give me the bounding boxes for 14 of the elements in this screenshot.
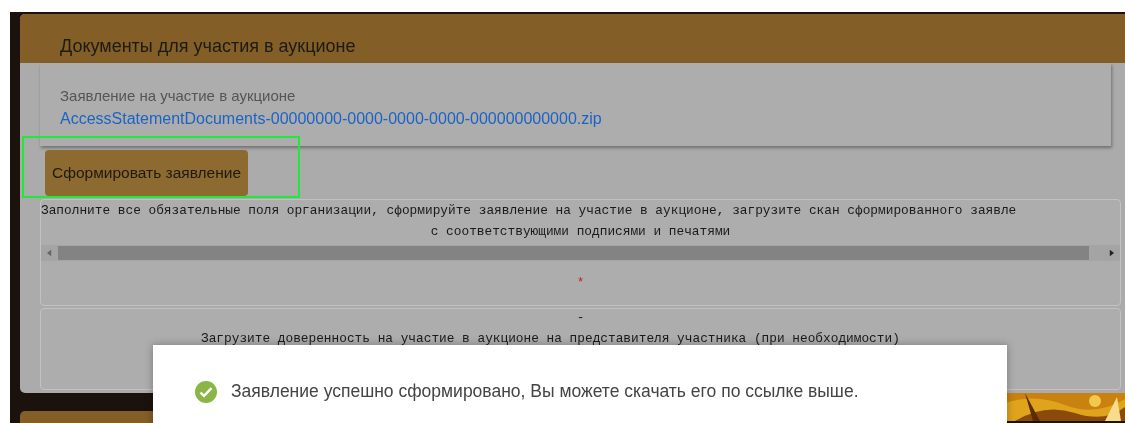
scroll-left-icon[interactable]	[47, 249, 52, 257]
dash-text: -	[576, 310, 585, 325]
check-icon	[195, 381, 217, 403]
attorney-text: Загрузите доверенность на участие в аукционе на представителя участника (при необходимости)	[201, 331, 900, 346]
toast-message: Заявление успешно сформировано, Вы можете скачать его по ссылке выше.	[231, 381, 859, 402]
file-link[interactable]: AccessStatementDocuments-00000000-0000-0000-0000-000000000000.zip	[60, 110, 1091, 128]
instruction-text: Заполните все обязательные поля организации, сформируйте заявление на участие в аукционе, загрузите скан сформированного заявле	[41, 203, 1017, 218]
horizontal-scrollbar[interactable]	[41, 245, 1120, 261]
instruction-text: с соответствующими подписями и печатями	[430, 224, 731, 239]
application-label: Заявление на участие в аукционе	[60, 87, 297, 104]
generate-application-button[interactable]: Сформировать заявление	[45, 150, 249, 196]
scroll-right-icon[interactable]	[1109, 249, 1114, 257]
panel-title: Документы для участия в аукционе	[60, 36, 356, 57]
required-mark: *	[576, 276, 585, 290]
